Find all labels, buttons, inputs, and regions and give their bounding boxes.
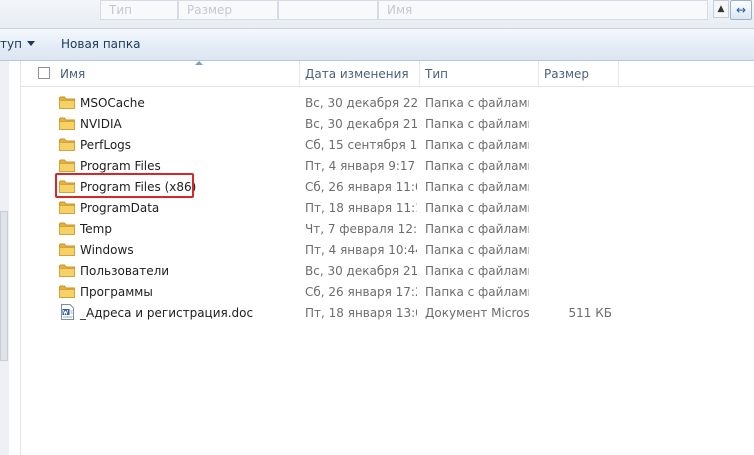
- file-type: Папка с файлами: [425, 159, 529, 173]
- file-date: Пт, 18 января 13:04: [305, 306, 417, 320]
- file-type: Папка с файлами: [425, 180, 529, 194]
- title-strip: Тип Размер Имя ▲ ↔: [0, 0, 754, 29]
- file-row[interactable]: Windows Пт, 4 января 10:44 Папка с файлами: [21, 239, 754, 260]
- file-name: ProgramData: [80, 201, 160, 215]
- folder-icon: [59, 201, 75, 214]
- file-name: Program Files (x86): [80, 180, 197, 194]
- file-row[interactable]: ProgramData Пт, 18 января 11:11 Папка с фа…: [21, 197, 754, 218]
- chevron-down-icon: [26, 41, 35, 46]
- file-type: Папка с файлами: [425, 285, 529, 299]
- file-type: Папка с файлами: [425, 96, 529, 110]
- folder-icon: [59, 180, 75, 193]
- file-name: Пользователи: [80, 264, 170, 278]
- column-header-type[interactable]: Тип: [420, 61, 539, 86]
- file-type: Папка с файлами: [425, 243, 529, 257]
- file-name: _Адреса и регистрация.doc: [80, 306, 254, 320]
- folder-icon: [59, 264, 75, 277]
- file-row[interactable]: _Адреса и регистрация.doc Пт, 18 января 1…: [21, 302, 754, 323]
- file-date: Пт, 18 января 11:11: [305, 201, 417, 215]
- file-type: Папка с файлами: [425, 201, 529, 215]
- column-header-size[interactable]: Размер: [539, 61, 619, 86]
- file-row[interactable]: PerfLogs Сб, 15 сентября 1... Папка с файл…: [21, 134, 754, 155]
- file-name: MSOCache: [80, 96, 145, 110]
- column-headers: Имя Дата изменения Тип Размер: [21, 61, 754, 87]
- file-date: Сб, 26 января 11:01: [305, 180, 417, 194]
- file-size: 511 КБ: [568, 306, 612, 320]
- ghost-column-size: Размер: [178, 0, 278, 20]
- share-menu-button[interactable]: туп: [0, 29, 35, 60]
- file-row[interactable]: Программы Сб, 26 января 17:25 Папка с файл…: [21, 281, 754, 302]
- new-folder-button[interactable]: Новая папка: [61, 29, 140, 60]
- folder-icon: [59, 117, 75, 130]
- file-name: NVIDIA: [80, 117, 122, 131]
- command-bar: туп Новая папка: [0, 29, 754, 61]
- file-date: Сб, 26 января 17:25: [305, 285, 417, 299]
- scroll-up-icon[interactable]: ▲: [713, 0, 729, 18]
- ghost-column-type: Тип: [100, 0, 178, 20]
- ghost-column-extra: [278, 0, 378, 20]
- column-header-date[interactable]: Дата изменения: [300, 61, 420, 86]
- file-name: Program Files: [80, 159, 161, 173]
- ghost-column-name: Имя: [378, 0, 708, 20]
- file-date: Вс, 30 декабря 21:...: [305, 117, 417, 131]
- share-menu-label: туп: [0, 37, 22, 51]
- folder-icon: [59, 285, 75, 298]
- folder-icon: [59, 138, 75, 151]
- navigation-scrollbar-thumb[interactable]: [0, 211, 8, 361]
- file-type: Документ Micros...: [425, 306, 529, 320]
- file-row[interactable]: MSOCache Вс, 30 декабря 22:... Папка с фай…: [21, 92, 754, 113]
- file-date: Пт, 4 января 9:17: [305, 159, 416, 173]
- file-type: Папка с файлами: [425, 264, 529, 278]
- file-type: Папка с файлами: [425, 222, 529, 236]
- file-row[interactable]: Пользователи Вс, 30 декабря 21:... Папка с…: [21, 260, 754, 281]
- word-doc-icon: [61, 304, 74, 320]
- refresh-icon[interactable]: ↔: [730, 0, 752, 20]
- file-row[interactable]: NVIDIA Вс, 30 декабря 21:... Папка с файла…: [21, 113, 754, 134]
- file-row[interactable]: Temp Чт, 7 февраля 12:01 Папка с файлами: [21, 218, 754, 239]
- file-type: Папка с файлами: [425, 117, 529, 131]
- file-name: Temp: [80, 222, 112, 236]
- file-name: Программы: [80, 285, 153, 299]
- file-row[interactable]: Program Files (x86) Сб, 26 января 11:01 Па…: [21, 173, 754, 198]
- sort-up-icon: [195, 61, 203, 65]
- folder-icon: [59, 243, 75, 256]
- file-date: Вс, 30 декабря 22:...: [305, 96, 417, 110]
- column-header-name[interactable]: Имя: [55, 61, 300, 86]
- file-row[interactable]: Program Files Пт, 4 января 9:17 Папка с фа…: [21, 155, 754, 176]
- folder-icon: [59, 96, 75, 109]
- select-all-checkbox[interactable]: [38, 67, 50, 79]
- file-name: Windows: [80, 243, 134, 257]
- column-header-name-label: Имя: [60, 67, 86, 81]
- folder-icon: [59, 159, 75, 172]
- folder-icon: [59, 222, 75, 235]
- file-list: MSOCache Вс, 30 декабря 22:... Папка с фай…: [21, 92, 754, 323]
- file-name: PerfLogs: [80, 138, 132, 152]
- file-date: Пт, 4 января 10:44: [305, 243, 417, 257]
- file-date: Вс, 30 декабря 21:...: [305, 264, 417, 278]
- file-date: Чт, 7 февраля 12:01: [305, 222, 417, 236]
- file-date: Сб, 15 сентября 1...: [305, 138, 417, 152]
- file-type: Папка с файлами: [425, 138, 529, 152]
- navigation-scrollbar[interactable]: [0, 61, 9, 455]
